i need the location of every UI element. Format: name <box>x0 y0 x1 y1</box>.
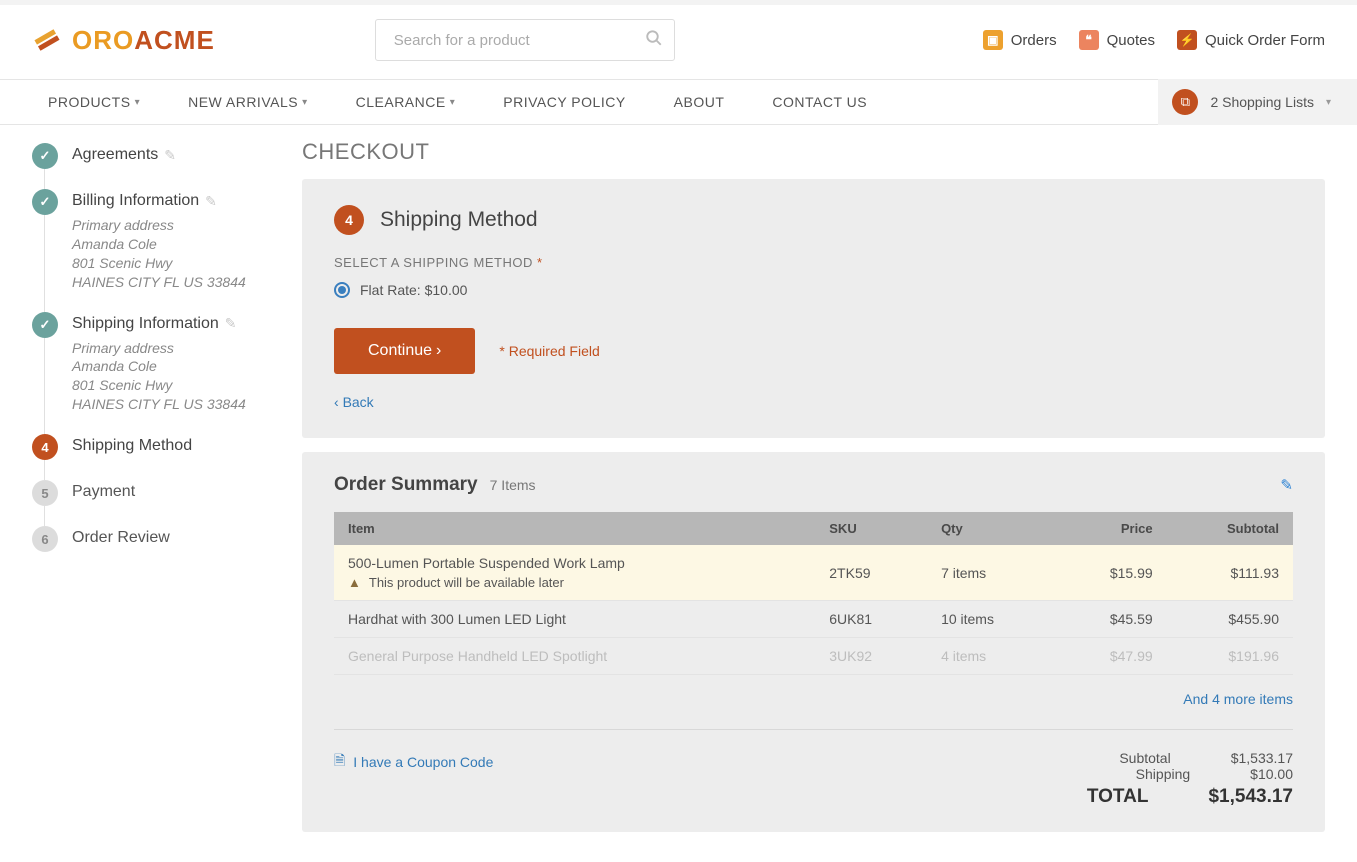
search-icon[interactable] <box>645 29 663 52</box>
availability-warning: ▲This product will be available later <box>348 575 801 590</box>
step-payment: Payment <box>72 483 135 501</box>
chevron-left-icon: ‹ <box>334 394 339 410</box>
nav-products[interactable]: PRODUCTS▾ <box>48 94 140 110</box>
required-field-note: * Required Field <box>499 343 599 359</box>
item-name: 500-Lumen Portable Suspended Work Lamp <box>348 555 801 571</box>
radio-icon <box>334 282 350 298</box>
search-box <box>375 19 675 61</box>
pencil-icon[interactable]: ✎ <box>225 315 237 332</box>
nav-new-arrivals[interactable]: NEW ARRIVALS▾ <box>188 94 308 110</box>
bolt-icon: ⚡ <box>1177 30 1197 50</box>
logo[interactable]: OROACME <box>32 25 215 56</box>
shipping-method-panel: 4 Shipping Method SELECT A SHIPPING METH… <box>302 179 1325 438</box>
col-subtotal: Subtotal <box>1167 512 1293 545</box>
chevron-right-icon: › <box>436 342 441 360</box>
col-price: Price <box>1055 512 1167 545</box>
check-icon: ✓ <box>32 189 58 215</box>
quick-order-link[interactable]: ⚡Quick Order Form <box>1177 30 1325 50</box>
nav-contact[interactable]: CONTACT US <box>772 94 867 110</box>
step-shipping-method: Shipping Method <box>72 437 192 455</box>
copy-icon: ⧉ <box>1172 89 1198 115</box>
orders-link[interactable]: ▣Orders <box>983 30 1057 50</box>
quotes-icon: ❝ <box>1079 30 1099 50</box>
shipping-option-flat-rate[interactable]: Flat Rate: $10.00 <box>334 282 1293 298</box>
continue-button[interactable]: Continue› <box>334 328 475 374</box>
select-shipping-label: SELECT A SHIPPING METHOD * <box>334 255 1293 270</box>
more-items-link[interactable]: And 4 more items <box>334 691 1293 707</box>
step-billing[interactable]: Billing Information <box>72 192 199 210</box>
chevron-down-icon: ▾ <box>450 97 456 108</box>
step-badge-4: 4 <box>32 434 58 460</box>
table-row: Hardhat with 300 Lumen LED Light 6UK81 1… <box>334 601 1293 638</box>
search-input[interactable] <box>375 19 675 61</box>
summary-table: Item SKU Qty Price Subtotal 500-Lumen Po… <box>334 512 1293 675</box>
billing-address: Primary address Amanda Cole 801 Scenic H… <box>72 216 246 292</box>
shipping-address: Primary address Amanda Cole 801 Scenic H… <box>72 339 246 415</box>
page-title: CHECKOUT <box>302 139 1325 165</box>
edit-summary-icon[interactable]: ✎ <box>1280 476 1293 494</box>
check-icon: ✓ <box>32 312 58 338</box>
table-row: 500-Lumen Portable Suspended Work Lamp ▲… <box>334 545 1293 601</box>
shopping-lists-link[interactable]: ⧉ 2 Shopping Lists ▾ <box>1158 79 1357 125</box>
summary-count: 7 Items <box>490 477 536 493</box>
step-badge-5: 5 <box>32 480 58 506</box>
summary-title: Order Summary <box>334 474 478 496</box>
brand-text: OROACME <box>72 25 215 56</box>
pencil-icon[interactable]: ✎ <box>205 193 217 210</box>
col-item: Item <box>334 512 815 545</box>
nav-about[interactable]: ABOUT <box>674 94 725 110</box>
orders-icon: ▣ <box>983 30 1003 50</box>
warning-icon: ▲ <box>348 575 361 590</box>
checkout-steps: ✓ Agreements ✎ ✓ Billing Information ✎ Pri… <box>32 139 272 552</box>
quotes-link[interactable]: ❝Quotes <box>1079 30 1155 50</box>
table-row: General Purpose Handheld LED Spotlight 3… <box>334 638 1293 675</box>
coupon-link[interactable]: 🗎 I have a Coupon Code <box>334 750 493 774</box>
nav-privacy[interactable]: PRIVACY POLICY <box>503 94 625 110</box>
logo-icon <box>32 25 62 55</box>
panel-title: Shipping Method <box>380 208 538 232</box>
panel-badge: 4 <box>334 205 364 235</box>
step-agreements[interactable]: Agreements <box>72 146 158 164</box>
pencil-icon[interactable]: ✎ <box>164 147 176 164</box>
file-icon: 🗎 <box>334 750 345 774</box>
step-review: Order Review <box>72 529 170 547</box>
step-badge-6: 6 <box>32 526 58 552</box>
chevron-down-icon: ▾ <box>135 97 141 108</box>
chevron-down-icon: ▾ <box>1326 97 1331 108</box>
nav-clearance[interactable]: CLEARANCE▾ <box>356 94 456 110</box>
check-icon: ✓ <box>32 143 58 169</box>
col-qty: Qty <box>927 512 1055 545</box>
back-link[interactable]: ‹ Back <box>334 394 1293 410</box>
step-shipping-info[interactable]: Shipping Information <box>72 315 219 333</box>
totals: Subtotal$1,533.17 Shipping$10.00 TOTAL$1… <box>1087 750 1293 808</box>
col-sku: SKU <box>815 512 927 545</box>
chevron-down-icon: ▾ <box>302 97 308 108</box>
order-summary: Order Summary 7 Items ✎ Item SKU Qty Pri… <box>302 452 1325 832</box>
